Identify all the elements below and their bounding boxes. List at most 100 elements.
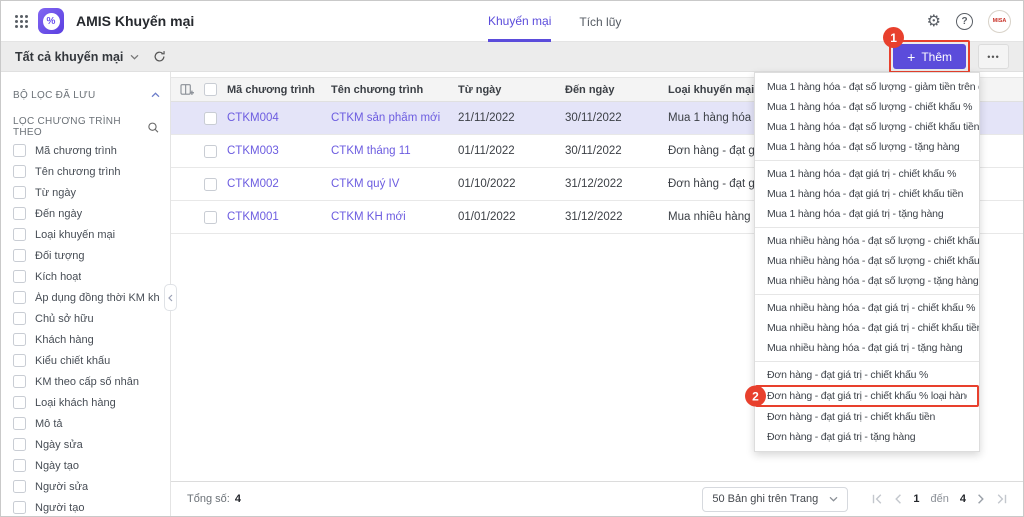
filter-item[interactable]: Đến ngày xyxy=(13,203,160,224)
sidebar-collapse-handle[interactable] xyxy=(164,284,177,311)
filter-item[interactable]: Đối tượng xyxy=(13,245,160,266)
tab-tich-luy[interactable]: Tích lũy xyxy=(579,1,621,42)
row-code-link[interactable]: CTKM003 xyxy=(227,145,331,157)
range-end: 4 xyxy=(960,493,966,505)
checkbox[interactable] xyxy=(13,396,26,409)
menu-item[interactable]: Mua 1 hàng hóa - đạt số lượng - chiết kh… xyxy=(755,97,979,117)
checkbox[interactable] xyxy=(13,165,26,178)
filter-item[interactable]: Người tạo xyxy=(13,497,160,516)
menu-item[interactable]: Đơn hàng - đạt giá trị - chiết khấu tiền xyxy=(755,407,979,427)
menu-item[interactable]: Mua 1 hàng hóa - đạt số lượng - chiết kh… xyxy=(755,117,979,137)
checkbox[interactable] xyxy=(13,291,26,304)
filter-item[interactable]: Ngày tạo xyxy=(13,455,160,476)
filter-item[interactable]: Áp dụng đồng thời KM khác xyxy=(13,287,160,308)
filter-label: Mã chương trình xyxy=(35,145,117,157)
filter-label: Chủ sở hữu xyxy=(35,313,94,325)
add-button[interactable]: + Thêm xyxy=(893,44,966,69)
filter-sidebar: BỘ LỌC ĐÃ LƯU LỌC CHƯƠNG TRÌNH THEO Mã c… xyxy=(1,72,171,516)
add-column-icon[interactable] xyxy=(180,83,195,96)
checkbox[interactable] xyxy=(13,144,26,157)
menu-item[interactable]: Mua nhiều hàng hóa - đạt giá trị - chiết… xyxy=(755,318,979,338)
checkbox[interactable] xyxy=(13,186,26,199)
menu-item[interactable]: Đơn hàng - đạt giá trị - tặng hàng xyxy=(755,427,979,447)
checkbox[interactable] xyxy=(13,228,26,241)
prev-page-icon[interactable] xyxy=(894,494,902,504)
row-checkbox[interactable] xyxy=(204,211,217,224)
filter-item[interactable]: Chủ sở hữu xyxy=(13,308,160,329)
page-size-select[interactable]: 50 Bản ghi trên Trang xyxy=(702,487,848,512)
select-all-checkbox[interactable] xyxy=(204,83,217,96)
app-launcher-icon[interactable] xyxy=(15,15,28,28)
refresh-icon[interactable] xyxy=(153,50,166,63)
row-name-link[interactable]: CTKM quý IV xyxy=(331,178,458,190)
checkbox[interactable] xyxy=(13,207,26,220)
row-from-date: 01/10/2022 xyxy=(458,178,565,190)
more-options-button[interactable]: ••• xyxy=(978,44,1009,69)
checkbox[interactable] xyxy=(13,312,26,325)
filter-item[interactable]: Khách hàng xyxy=(13,329,160,350)
row-code-link[interactable]: CTKM001 xyxy=(227,211,331,223)
menu-item[interactable]: Mua 1 hàng hóa - đạt giá trị - chiết khấ… xyxy=(755,160,979,184)
avatar[interactable]: MISA xyxy=(988,10,1011,33)
column-header-code[interactable]: Mã chương trình xyxy=(227,84,331,96)
column-header-from[interactable]: Từ ngày xyxy=(458,84,565,96)
filter-label: Người tạo xyxy=(35,502,84,514)
menu-item[interactable]: Mua nhiều hàng hóa - đạt số lượng - tặng… xyxy=(755,271,979,291)
menu-item[interactable]: Mua 1 hàng hóa - đạt số lượng - giảm tiề… xyxy=(755,77,979,97)
checkbox[interactable] xyxy=(13,417,26,430)
filter-item[interactable]: Kích hoạt xyxy=(13,266,160,287)
app-header: % AMIS Khuyến mại Khuyến mại Tích lũy ⚙ … xyxy=(1,1,1023,42)
menu-item-highlighted[interactable]: 2 Đơn hàng - đạt giá trị - chiết khấu % … xyxy=(755,385,979,407)
row-code-link[interactable]: CTKM002 xyxy=(227,178,331,190)
view-selector[interactable]: Tất cả khuyến mại xyxy=(15,50,139,64)
checkbox[interactable] xyxy=(13,438,26,451)
row-code-link[interactable]: CTKM004 xyxy=(227,112,331,124)
settings-gear-icon[interactable]: ⚙ xyxy=(927,13,941,29)
last-page-icon[interactable] xyxy=(996,494,1007,504)
tab-khuyen-mai[interactable]: Khuyến mại xyxy=(488,1,551,42)
filter-item[interactable]: Từ ngày xyxy=(13,182,160,203)
menu-item[interactable]: Mua 1 hàng hóa - đạt số lượng - tặng hàn… xyxy=(755,137,979,157)
search-icon[interactable] xyxy=(147,121,160,134)
checkbox[interactable] xyxy=(13,480,26,493)
filter-item[interactable]: Người sửa xyxy=(13,476,160,497)
row-name-link[interactable]: CTKM sản phẩm mới xyxy=(331,112,458,124)
filter-item[interactable]: Tên chương trình xyxy=(13,161,160,182)
total-value: 4 xyxy=(235,493,241,505)
checkbox[interactable] xyxy=(13,354,26,367)
next-page-icon[interactable] xyxy=(977,494,985,504)
row-checkbox[interactable] xyxy=(204,178,217,191)
row-checkbox[interactable] xyxy=(204,145,217,158)
column-header-name[interactable]: Tên chương trình xyxy=(331,84,458,96)
filter-item[interactable]: Loại khuyến mại xyxy=(13,224,160,245)
row-name-link[interactable]: CTKM tháng 11 xyxy=(331,145,458,157)
row-from-date: 21/11/2022 xyxy=(458,112,565,124)
help-icon[interactable]: ? xyxy=(956,13,973,30)
filter-item[interactable]: Mô tả xyxy=(13,413,160,434)
menu-item[interactable]: Mua nhiều hàng hóa - đạt giá trị - chiết… xyxy=(755,294,979,318)
filter-item[interactable]: Ngày sửa xyxy=(13,434,160,455)
column-header-to[interactable]: Đến ngày xyxy=(565,84,668,96)
checkbox[interactable] xyxy=(13,249,26,262)
checkbox[interactable] xyxy=(13,501,26,514)
menu-item[interactable]: Mua 1 hàng hóa - đạt giá trị - chiết khấ… xyxy=(755,184,979,204)
menu-item[interactable]: Mua 1 hàng hóa - đạt giá trị - tặng hàng xyxy=(755,204,979,224)
view-selector-label: Tất cả khuyến mại xyxy=(15,50,123,64)
first-page-icon[interactable] xyxy=(872,494,883,504)
checkbox[interactable] xyxy=(13,270,26,283)
menu-item[interactable]: Mua nhiều hàng hóa - đạt số lượng - chiế… xyxy=(755,251,979,271)
filter-item[interactable]: Loại khách hàng xyxy=(13,392,160,413)
filter-item[interactable]: KM theo cấp số nhân xyxy=(13,371,160,392)
filter-item[interactable]: Mã chương trình xyxy=(13,140,160,161)
checkbox[interactable] xyxy=(13,333,26,346)
menu-item[interactable]: Mua nhiều hàng hóa - đạt số lượng - chiế… xyxy=(755,227,979,251)
filter-item[interactable]: Kiểu chiết khấu xyxy=(13,350,160,371)
add-promotion-menu: Mua 1 hàng hóa - đạt số lượng - giảm tiề… xyxy=(754,72,980,452)
row-checkbox[interactable] xyxy=(204,112,217,125)
menu-item[interactable]: Đơn hàng - đạt giá trị - chiết khấu % xyxy=(755,361,979,385)
menu-item[interactable]: Mua nhiều hàng hóa - đạt giá trị - tặng … xyxy=(755,338,979,358)
checkbox[interactable] xyxy=(13,459,26,472)
row-name-link[interactable]: CTKM KH mới xyxy=(331,211,458,223)
checkbox[interactable] xyxy=(13,375,26,388)
saved-filters-section[interactable]: BỘ LỌC ĐÃ LƯU xyxy=(13,84,160,106)
